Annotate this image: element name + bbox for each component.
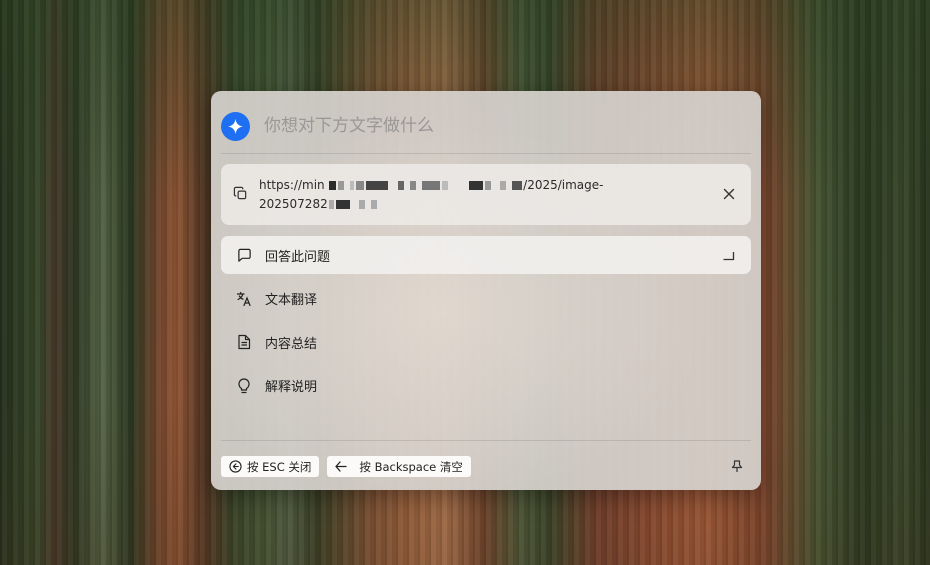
redacted-block <box>397 181 404 190</box>
redacted-block <box>328 200 334 209</box>
close-icon <box>723 188 735 200</box>
document-icon <box>236 334 252 350</box>
redacted-block <box>338 181 345 190</box>
footer-divider <box>221 440 751 441</box>
backspace-clear-label: 按 Backspace 清空 <box>359 459 463 474</box>
prompt-row <box>221 110 751 142</box>
prompt-input[interactable] <box>262 115 726 137</box>
action-label: 文本翻译 <box>265 293 318 308</box>
attachment-url: https://min /2025/image- 202507282 <box>259 176 659 214</box>
url-line1-end: /2025/image- <box>523 178 604 192</box>
footer-bar: 按 ESC 关闭 按 Backspace 清空 <box>221 456 751 477</box>
ai-assistant-dialog: https://min /2025/image- 202507282 回答此问题 <box>211 91 761 490</box>
action-label: 解释说明 <box>265 380 318 395</box>
message-icon <box>236 247 252 263</box>
copy-icon <box>233 186 248 205</box>
header-divider <box>221 153 751 154</box>
pin-icon <box>731 459 743 472</box>
ai-sparkle-logo-icon <box>221 111 250 141</box>
remove-attachment-button[interactable] <box>719 184 739 204</box>
action-menu: 回答此问题 文本翻译 内容总结 解释说明 <box>221 236 751 410</box>
backspace-clear-button[interactable]: 按 Backspace 清空 <box>327 456 471 477</box>
action-summarize[interactable]: 内容总结 <box>221 323 751 361</box>
url-line2-start: 202507282 <box>259 197 328 211</box>
redacted-block <box>359 200 366 209</box>
redacted-block <box>484 181 491 190</box>
enter-key-icon <box>722 248 735 267</box>
attachment-card: https://min /2025/image- 202507282 <box>221 164 751 225</box>
redacted-block <box>421 181 440 190</box>
redacted-block <box>500 181 507 190</box>
lightbulb-icon <box>236 377 252 394</box>
redacted-block <box>441 181 448 190</box>
arrow-left-icon <box>335 461 348 472</box>
redacted-block <box>409 181 416 190</box>
action-label: 内容总结 <box>265 336 318 352</box>
redacted-block <box>468 181 483 190</box>
translate-icon <box>236 291 252 307</box>
action-translate[interactable]: 文本翻译 <box>221 280 751 318</box>
redacted-block <box>356 181 365 190</box>
desktop-wallpaper: https://min /2025/image- 202507282 回答此问题 <box>0 0 930 565</box>
redacted-block <box>366 181 389 190</box>
pin-button[interactable] <box>729 458 745 474</box>
redacted-block <box>335 200 350 209</box>
esc-close-label: 按 ESC 关闭 <box>247 459 312 474</box>
redacted-block <box>512 181 523 190</box>
action-answer-question[interactable]: 回答此问题 <box>221 236 751 274</box>
esc-close-button[interactable]: 按 ESC 关闭 <box>221 456 320 477</box>
url-line1-start: https://min <box>259 178 325 192</box>
action-label: 回答此问题 <box>265 249 331 265</box>
redacted-block <box>350 181 355 190</box>
back-circle-icon <box>229 460 242 473</box>
redacted-block <box>329 181 337 190</box>
redacted-block <box>371 200 378 209</box>
action-explain[interactable]: 解释说明 <box>221 367 751 405</box>
